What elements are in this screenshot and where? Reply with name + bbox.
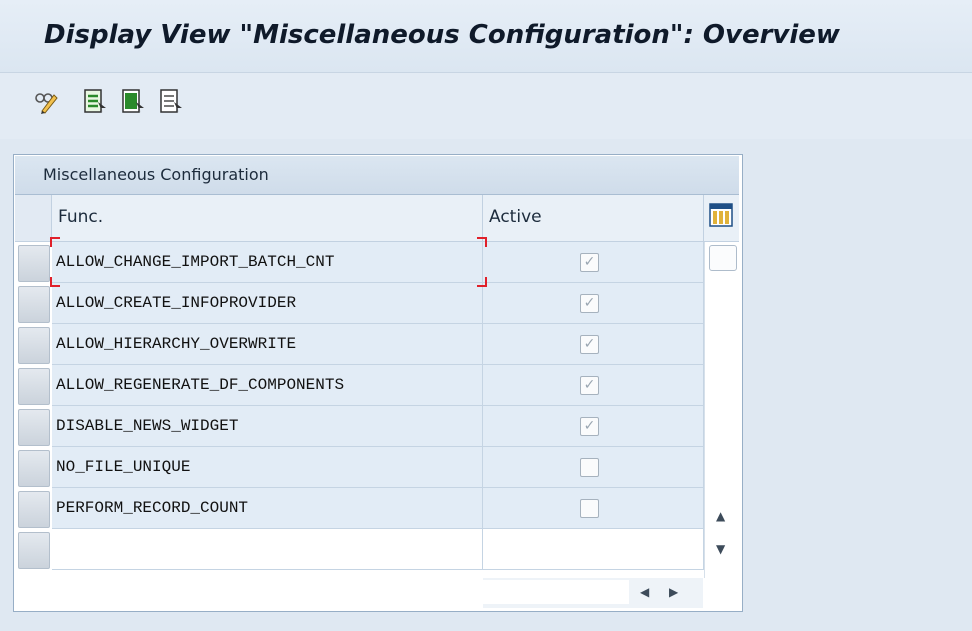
focus-corner <box>50 237 60 247</box>
select-all-icon <box>84 89 106 113</box>
column-header-active[interactable]: Active <box>483 195 704 242</box>
focus-corner <box>477 277 487 287</box>
row-selector[interactable] <box>18 450 50 487</box>
focus-corner <box>50 277 60 287</box>
active-cell <box>483 447 704 488</box>
deselect-all-icon <box>160 89 182 113</box>
active-checkbox[interactable]: ✓ <box>580 294 599 313</box>
table-row: ALLOW_CREATE_INFOPROVIDER ✓ <box>15 283 704 324</box>
func-cell[interactable]: ALLOW_CHANGE_IMPORT_BATCH_CNT <box>52 242 483 283</box>
func-value: ALLOW_REGENERATE_DF_COMPONENTS <box>56 376 345 394</box>
scroll-left-icon[interactable]: ◀ <box>640 585 649 599</box>
column-header-active-label: Active <box>489 207 542 227</box>
scroll-right-icon[interactable]: ▶ <box>669 585 678 599</box>
active-cell: ✓ <box>483 365 704 406</box>
vertical-scrollbar[interactable] <box>704 242 740 578</box>
active-cell: ✓ <box>483 406 704 447</box>
table-row: ALLOW_REGENERATE_DF_COMPONENTS ✓ <box>15 365 704 406</box>
table-row: ALLOW_CHANGE_IMPORT_BATCH_CNT ✓ <box>15 242 704 283</box>
active-cell: ✓ <box>483 283 704 324</box>
active-cell <box>483 488 704 529</box>
select-all-button[interactable] <box>84 89 110 115</box>
table-title: Miscellaneous Configuration <box>15 156 739 195</box>
display-change-icon <box>35 93 58 114</box>
column-header-func[interactable]: Func. <box>52 195 483 242</box>
table-row: ALLOW_HIERARCHY_OVERWRITE ✓ <box>15 324 704 365</box>
vertical-scroll-thumb[interactable] <box>709 245 737 271</box>
column-header-func-label: Func. <box>58 207 104 227</box>
active-cell <box>483 529 704 570</box>
select-all-rows-cell[interactable] <box>15 195 52 242</box>
active-checkbox[interactable]: ✓ <box>580 253 599 272</box>
row-selector[interactable] <box>18 327 50 364</box>
row-selector[interactable] <box>18 286 50 323</box>
table-settings-button[interactable] <box>704 195 739 242</box>
row-selector[interactable] <box>18 368 50 405</box>
row-selector[interactable] <box>18 491 50 528</box>
func-value: PERFORM_RECORD_COUNT <box>56 499 249 517</box>
active-checkbox[interactable]: ✓ <box>580 335 599 354</box>
active-checkbox[interactable]: ✓ <box>580 376 599 395</box>
table-row-empty <box>15 529 704 570</box>
func-value: ALLOW_CREATE_INFOPROVIDER <box>56 294 297 312</box>
func-cell[interactable]: ALLOW_CREATE_INFOPROVIDER <box>52 283 483 324</box>
active-checkbox[interactable] <box>580 458 599 477</box>
row-selector[interactable] <box>18 532 50 569</box>
page-title: Display View "Miscellaneous Configuratio… <box>44 20 840 50</box>
deselect-all-button[interactable] <box>160 89 186 115</box>
func-cell[interactable]: NO_FILE_UNIQUE <box>52 447 483 488</box>
func-value: DISABLE_NEWS_WIDGET <box>56 417 239 435</box>
select-block-icon <box>122 89 144 113</box>
func-value: ALLOW_HIERARCHY_OVERWRITE <box>56 335 297 353</box>
application-toolbar <box>0 72 972 140</box>
func-value: NO_FILE_UNIQUE <box>56 458 191 476</box>
table-row: NO_FILE_UNIQUE <box>15 447 704 488</box>
table-settings-icon <box>709 203 733 227</box>
scroll-up-icon[interactable]: ▲ <box>716 509 725 523</box>
active-checkbox[interactable] <box>580 499 599 518</box>
table-row: PERFORM_RECORD_COUNT <box>15 488 704 529</box>
select-block-button[interactable] <box>122 89 148 115</box>
row-selector[interactable] <box>18 409 50 446</box>
active-checkbox[interactable]: ✓ <box>580 417 599 436</box>
func-cell[interactable]: ALLOW_HIERARCHY_OVERWRITE <box>52 324 483 365</box>
active-cell: ✓ <box>483 242 704 283</box>
horizontal-scroll-track[interactable] <box>483 580 629 604</box>
title-bar: Display View "Miscellaneous Configuratio… <box>0 0 972 72</box>
active-cell: ✓ <box>483 324 704 365</box>
row-selector[interactable] <box>18 245 50 282</box>
func-cell[interactable] <box>52 529 483 570</box>
func-value: ALLOW_CHANGE_IMPORT_BATCH_CNT <box>56 253 335 271</box>
table-row: DISABLE_NEWS_WIDGET ✓ <box>15 406 704 447</box>
scroll-down-icon[interactable]: ▼ <box>716 542 725 556</box>
display-change-button[interactable] <box>34 89 60 115</box>
func-cell[interactable]: PERFORM_RECORD_COUNT <box>52 488 483 529</box>
focus-corner <box>477 237 487 247</box>
func-cell[interactable]: DISABLE_NEWS_WIDGET <box>52 406 483 447</box>
table-title-label: Miscellaneous Configuration <box>43 165 269 184</box>
func-cell[interactable]: ALLOW_REGENERATE_DF_COMPONENTS <box>52 365 483 406</box>
